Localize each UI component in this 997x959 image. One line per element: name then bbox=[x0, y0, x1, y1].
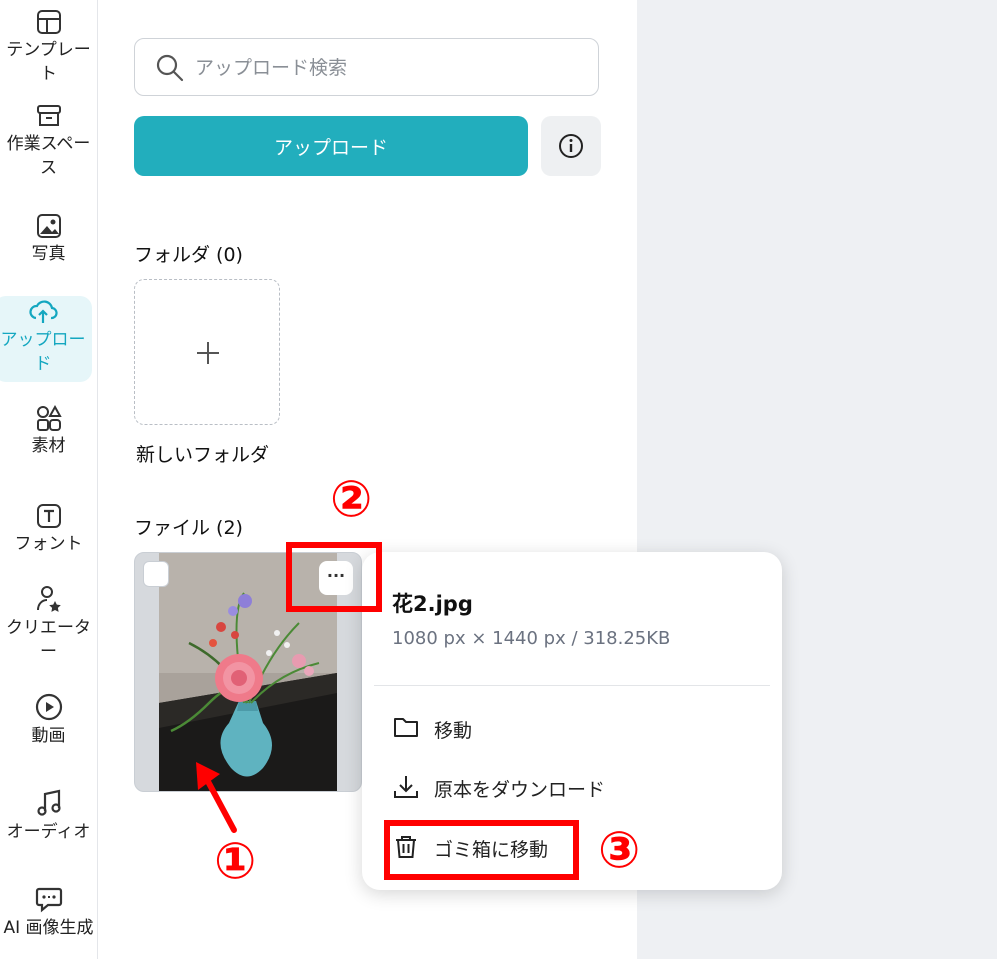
upload-search-box[interactable] bbox=[134, 38, 599, 96]
nav-elements[interactable]: 素材 bbox=[0, 404, 97, 458]
archive-icon bbox=[36, 105, 61, 126]
nav-label: 写真 bbox=[31, 244, 66, 264]
new-folder-label: 新しいフォルダ bbox=[136, 444, 270, 466]
info-icon bbox=[559, 134, 583, 158]
file-select-checkbox[interactable] bbox=[143, 561, 169, 587]
folder-icon bbox=[394, 718, 418, 737]
menu-item-move[interactable]: 移動 bbox=[392, 708, 752, 748]
annotation-marker-3: ③ bbox=[598, 821, 641, 879]
nav-audio[interactable]: オーディオ bbox=[0, 788, 97, 844]
nav-uploads[interactable]: アップロー ド bbox=[0, 296, 92, 382]
cloud-upload-icon bbox=[29, 300, 58, 323]
file-details: 1080 px × 1440 px / 318.25KB bbox=[392, 628, 671, 649]
nav-label: アップロー ド bbox=[0, 330, 86, 374]
annotation-marker-2: ② bbox=[330, 470, 373, 528]
play-icon bbox=[35, 693, 62, 721]
template-icon bbox=[36, 10, 61, 34]
search-icon bbox=[156, 54, 184, 82]
nav-label: フォント bbox=[14, 534, 83, 554]
nav-photos[interactable]: 写真 bbox=[0, 212, 97, 266]
nav-label: オーディオ bbox=[6, 822, 91, 842]
nav-ai-image[interactable]: AI 画像生成 bbox=[0, 884, 97, 940]
shapes-icon bbox=[36, 404, 62, 431]
upload-button[interactable]: アップロード bbox=[134, 116, 528, 176]
menu-item-download-original[interactable]: 原本をダウンロード bbox=[392, 767, 752, 807]
nav-label: テンプレー ト bbox=[6, 40, 91, 84]
nav-label: クリエータ ー bbox=[6, 618, 91, 662]
side-navigation: テンプレー ト 作業スペー ス 写真 アップロー ド 素材 フォント クリエータ… bbox=[0, 0, 98, 959]
annotation-marker-1: ① bbox=[214, 832, 257, 890]
annotation-box-trash bbox=[384, 820, 579, 880]
ai-chat-icon bbox=[35, 887, 62, 913]
files-heading: ファイル (2) bbox=[134, 517, 243, 539]
annotation-box-more-button bbox=[286, 542, 382, 612]
nav-label: 作業スペー ス bbox=[6, 134, 91, 178]
divider bbox=[374, 685, 770, 686]
plus-icon bbox=[197, 342, 219, 364]
annotation-arrow bbox=[196, 762, 237, 833]
image-icon bbox=[36, 214, 61, 238]
nav-templates[interactable]: テンプレー ト bbox=[0, 8, 97, 86]
nav-label: AI 画像生成 bbox=[3, 918, 94, 938]
nav-fonts[interactable]: フォント bbox=[0, 502, 97, 556]
nav-label: 素材 bbox=[31, 436, 66, 456]
nav-label: 動画 bbox=[31, 726, 66, 746]
search-input[interactable] bbox=[193, 51, 577, 85]
nav-workspace[interactable]: 作業スペー ス bbox=[0, 102, 97, 180]
nav-videos[interactable]: 動画 bbox=[0, 692, 97, 748]
music-icon bbox=[36, 789, 61, 816]
download-icon bbox=[394, 776, 418, 798]
text-icon bbox=[36, 504, 61, 528]
info-button[interactable] bbox=[541, 116, 601, 176]
file-name: 花2.jpg bbox=[392, 592, 473, 616]
new-folder-button[interactable] bbox=[134, 279, 280, 425]
nav-creators[interactable]: クリエータ ー bbox=[0, 584, 97, 664]
menu-item-label: 原本をダウンロード bbox=[434, 779, 606, 801]
folders-heading: フォルダ (0) bbox=[134, 244, 243, 266]
creator-icon bbox=[36, 586, 61, 612]
menu-item-label: 移動 bbox=[434, 720, 473, 742]
